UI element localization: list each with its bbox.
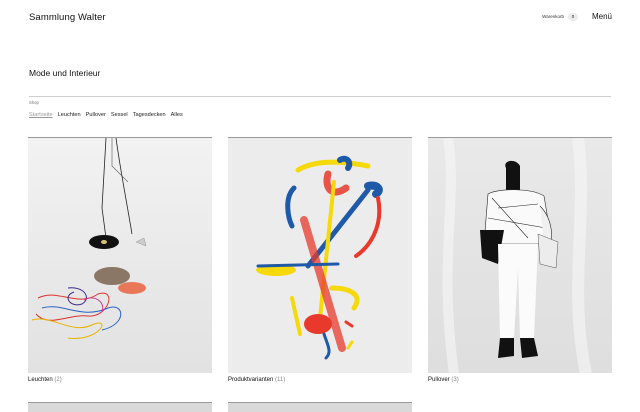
product-image-partial[interactable] bbox=[28, 402, 212, 412]
filter-tagesdecken[interactable]: Tagesdecken bbox=[133, 112, 166, 118]
product-image-produktvarianten[interactable] bbox=[228, 137, 412, 373]
cart-label: Warenkorb bbox=[542, 14, 564, 19]
model-figure-illustration bbox=[442, 138, 592, 373]
product-image-partial[interactable] bbox=[228, 402, 412, 412]
product-card-leuchten[interactable]: Leuchten (2) bbox=[28, 137, 212, 383]
header-actions: Warenkorb 0 Menü bbox=[542, 12, 612, 21]
filter-alles[interactable]: Alles bbox=[171, 112, 183, 118]
page-title: Mode und Interieur bbox=[29, 68, 101, 78]
filter-sessel[interactable]: Sessel bbox=[111, 112, 128, 118]
product-card-partial[interactable] bbox=[28, 402, 212, 412]
category-filters: Startseite Leuchten Pullover Sessel Tage… bbox=[29, 112, 183, 118]
product-count: (11) bbox=[275, 377, 286, 383]
product-card-pullover[interactable]: Pullover (3) bbox=[428, 137, 612, 383]
product-card-produktvarianten[interactable]: Produktvarianten (11) bbox=[228, 137, 412, 383]
site-title[interactable]: Sammlung Walter bbox=[29, 12, 106, 23]
breadcrumb[interactable]: Shop bbox=[29, 100, 39, 105]
cart-button[interactable]: Warenkorb 0 bbox=[542, 12, 578, 21]
filter-pullover[interactable]: Pullover bbox=[86, 112, 106, 118]
product-count: (2) bbox=[54, 377, 62, 383]
product-title: Produktvarianten bbox=[228, 377, 274, 383]
divider bbox=[29, 96, 611, 97]
product-count: (3) bbox=[451, 377, 459, 383]
filter-leuchten[interactable]: Leuchten bbox=[58, 112, 81, 118]
product-card-partial[interactable] bbox=[228, 402, 412, 412]
product-title: Leuchten bbox=[28, 377, 53, 383]
cart-count-badge: 0 bbox=[567, 12, 578, 21]
lamp-illustration bbox=[31, 138, 147, 339]
product-caption[interactable]: Pullover (3) bbox=[428, 377, 612, 383]
page: Sammlung Walter Warenkorb 0 Menü Mode un… bbox=[0, 0, 640, 412]
product-caption[interactable]: Leuchten (2) bbox=[28, 377, 212, 383]
product-caption[interactable]: Produktvarianten (11) bbox=[228, 377, 412, 383]
product-image-pullover[interactable] bbox=[428, 137, 612, 373]
menu-button[interactable]: Menü bbox=[592, 12, 612, 21]
product-title: Pullover bbox=[428, 377, 450, 383]
product-image-leuchten[interactable] bbox=[28, 137, 212, 373]
abstract-brushstroke-illustration bbox=[256, 155, 383, 360]
filter-startseite[interactable]: Startseite bbox=[29, 112, 53, 118]
